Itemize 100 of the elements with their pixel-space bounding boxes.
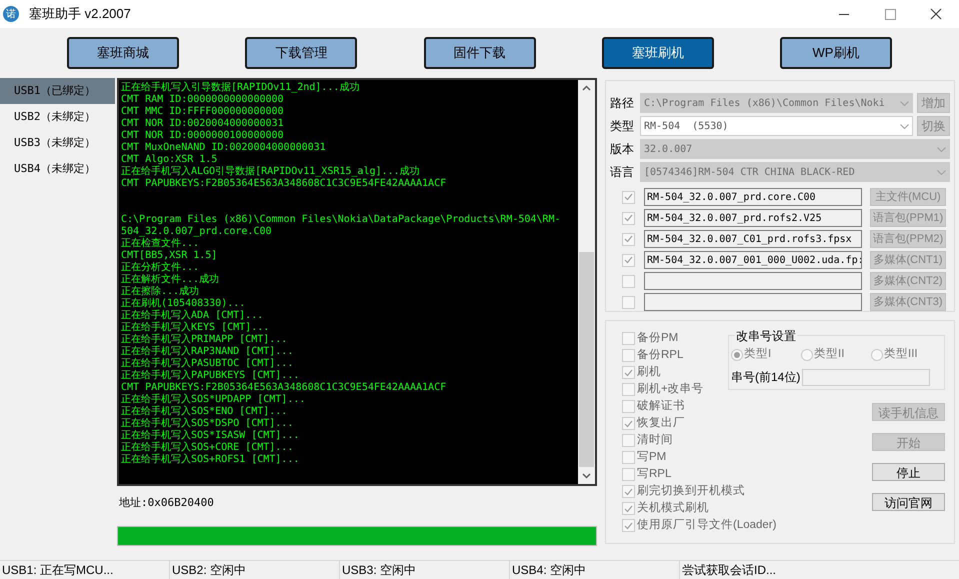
option-label: 刷机+改串号 [637,382,704,397]
checkbox[interactable] [622,434,635,447]
log-line: 正在给手机写入ALGO引导数据[RAPIDOv11_XSR15_alg]...成功 [121,166,420,178]
checkmark-icon [624,368,633,376]
scrollbar[interactable] [578,80,595,484]
group-title: 改串号设置 [735,327,797,345]
log-line: 正在擦除...成功 [121,286,200,298]
checkmark-icon [624,420,633,428]
log-line: 正在给手机写入PRIMAPP [CMT]... [121,334,288,346]
log-line: 正在刷机(105408330)... [121,298,246,310]
log-line: 正在给手机写入ADA [CMT]... [121,310,264,322]
checkbox[interactable] [622,232,635,246]
radio-label: 类型I [744,346,772,362]
file-field[interactable]: RM-504_32.0.007_001_000_U002.uda.fp: [644,251,862,269]
checkbox[interactable] [622,332,635,345]
serial-field[interactable] [802,368,930,386]
status-text: USB4: 空闲中 [512,562,586,579]
checkbox[interactable] [622,502,635,515]
scrollbar-thumb[interactable] [579,252,594,467]
log-line: 正在给手机写入SOS*ISASW [CMT]... [121,430,300,442]
serial-label: 串号(前14位) [731,369,800,386]
option-label: 破解证书 [637,398,685,414]
checkbox[interactable] [622,468,635,481]
log-line: 正在给手机写入SOS+ROFS1 [CMT]... [121,454,300,466]
status-text: USB1: 正在写MCU... [2,562,114,579]
file-field[interactable]: RM-504_32.0.007_prd.core.C00 [644,188,862,206]
checkmark-icon [624,193,633,201]
log-line: 正在检查文件... [121,238,200,250]
checkbox[interactable] [622,383,635,396]
log-line: CMT Algo:XSR 1.5 [121,154,218,166]
file-field[interactable] [644,272,862,290]
checkbox[interactable] [622,296,635,308]
address-label: 地址:0x06B20400 [119,495,214,511]
file-field[interactable]: RM-504_32.0.007_C01_prd.rofs3.fpsx [644,230,862,248]
caret-icon [937,170,946,174]
caret-icon [937,146,946,152]
option-label: 使用原厂引导文件(Loader) [637,518,776,533]
log-line: CMT RAM ID:0000000000000000 [121,94,284,106]
usb-list-item[interactable]: USB2（未绑定） [0,104,115,130]
log-line: 正在给手机写入SOS+CORE [CMT]... [121,442,294,454]
log-line: 正在给手机写入KEYS [CMT]... [121,322,270,334]
log-line: C:\Program Files (x86)\Common Files\Nokia\DataPackage\Products\RM-504\RM- [121,214,560,226]
file-field[interactable]: RM-504_32.0.007_prd.rofs2.V25 [644,209,862,227]
checkbox[interactable] [622,366,635,379]
radio-button[interactable] [871,348,883,361]
log-line: 正在分析文件... [121,262,200,274]
checkmark-icon [624,256,633,264]
checkbox[interactable] [622,485,635,498]
usb-list-item[interactable]: USB1（已绑定） [0,78,115,104]
option-label: 写RPL [637,466,672,482]
usb-list-item[interactable]: USB3（未绑定） [0,130,115,156]
radio-button[interactable] [731,348,743,361]
checkbox[interactable] [622,274,635,288]
checkmark-icon [624,235,633,243]
option-label: 写PM [637,450,666,465]
checkbox[interactable] [622,349,635,362]
option-label: 刷机 [637,364,661,380]
dropdown[interactable]: RM-504 (5530) [640,116,913,136]
caret-icon [900,124,909,128]
log-line: 正在给手机写入PASUBTOC [CMT]... [121,358,294,370]
log-line: 504_32.0.007_prd.core.C00 [121,226,272,238]
radio-label: 类型III [884,346,918,362]
checkbox[interactable] [622,417,635,430]
window-title: 塞班助手 v2.2007 [29,5,131,24]
checkbox[interactable] [622,212,635,224]
field-label: 类型 [610,118,635,135]
app-icon: 诺 [3,6,19,22]
log-line: 正在给手机写入SOS*DSPO [CMT]... [121,418,294,430]
checkmark-icon [624,214,633,222]
checkbox[interactable] [622,451,635,464]
caret-icon [900,100,909,106]
checkbox[interactable] [622,519,635,532]
log-line: CMT PAPUBKEYS:F2B05364E563A348608C1C3C9E54FE42AAAA1ACF [121,382,446,394]
log-line: CMT MuxOneNAND ID:0020004000000031 [121,142,326,154]
action-button[interactable]: 停止 [872,463,945,481]
nav-button[interactable]: 塞班商城 [67,37,179,69]
nav-button[interactable]: 塞班刷机 [602,37,714,69]
log-line: 正在给手机写入PAPUBKEYS [CMT]... [121,370,300,382]
nav-button[interactable]: WP刷机 [780,37,892,69]
nav-button[interactable]: 固件下载 [424,37,536,69]
field-label: 版本 [610,141,635,158]
option-label: 刷完切换到开机模式 [637,483,745,499]
status-text: USB3: 空闲中 [342,562,416,579]
file-field[interactable] [644,293,862,311]
field-label: 路径 [610,95,635,112]
field-label: 语言 [610,164,635,181]
log-line: CMT PAPUBKEYS:F2B05364E563A348608C1C3C9E54FE42AAAA1ACF [121,178,446,190]
status-text: USB2: 空闲中 [172,562,246,579]
nav-button[interactable]: 下载管理 [245,37,358,69]
log-line: 正在解析文件...成功 [121,274,220,286]
log-line: 正在给手机写入SOS*UPDAPP [CMT]... [121,394,306,406]
checkbox[interactable] [622,400,635,413]
radio-button[interactable] [801,348,813,361]
log-line: CMT NOR ID:0020004000000031 [121,118,284,130]
usb-list-item[interactable]: USB4（未绑定） [0,156,115,182]
checkbox[interactable] [622,254,635,266]
checkbox[interactable] [622,190,635,204]
log-line: 正在给手机写入RAP3NAND [CMT]... [121,346,294,358]
log-line: CMT MMC ID:FFFF000000000000 [121,106,284,118]
action-button[interactable]: 访问官网 [872,493,945,511]
